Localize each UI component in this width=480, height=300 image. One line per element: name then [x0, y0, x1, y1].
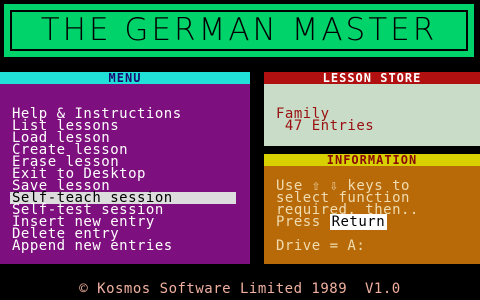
- information-header: INFORMATION: [264, 154, 480, 166]
- info-line-press: Press Return: [276, 214, 388, 230]
- lesson-entry-count: 47 Entries: [276, 118, 375, 134]
- lesson-store-header: LESSON STORE: [264, 72, 480, 84]
- menu-header: MENU: [0, 72, 250, 84]
- press-label: Press: [276, 214, 330, 230]
- title-banner: THE GERMAN MASTER: [2, 2, 476, 59]
- title-frame: THE GERMAN MASTER: [10, 10, 468, 51]
- information-panel: Use ⇧ ⇩ keys to select function required…: [264, 166, 480, 264]
- return-key-label: Return: [329, 214, 388, 230]
- copyright-footer: © Kosmos Software Limited 1989 V1.0: [79, 281, 401, 297]
- menu-item-append-entries[interactable]: Append new entries: [12, 239, 236, 253]
- menu-panel: Help & Instructions List lessons Load le…: [0, 84, 250, 264]
- lesson-store-panel: Family 47 Entries: [264, 84, 480, 146]
- app-title: THE GERMAN MASTER: [40, 12, 438, 48]
- menu-list: Help & Instructions List lessons Load le…: [10, 107, 236, 253]
- drive-indicator: Drive = A:: [276, 238, 366, 254]
